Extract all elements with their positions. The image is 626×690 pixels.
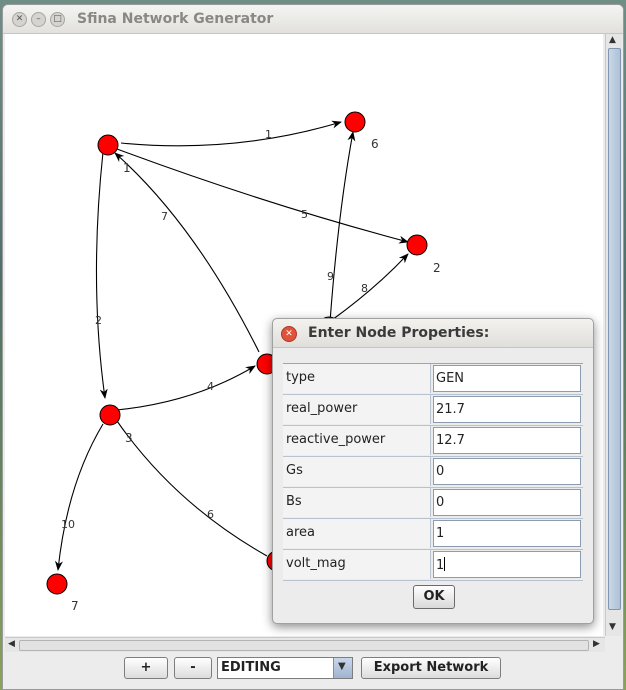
- dialog-title-bar: ✕ Enter Node Properties:: [273, 319, 593, 348]
- edge-4[interactable]: [116, 365, 256, 411]
- dialog-title: Enter Node Properties:: [308, 325, 490, 341]
- edge-9[interactable]: [329, 131, 356, 323]
- scroll-right-icon[interactable]: ▶: [593, 639, 600, 649]
- property-value-field[interactable]: 0: [433, 489, 581, 516]
- vertical-scrollbar[interactable]: ▲ ▼: [605, 34, 622, 636]
- vertical-scroll-thumb[interactable]: [608, 48, 621, 610]
- edge-label: 5: [301, 208, 308, 221]
- scroll-left-icon[interactable]: ◀: [8, 639, 15, 649]
- maximize-window-icon[interactable]: □: [50, 12, 65, 27]
- scroll-down-icon[interactable]: ▼: [609, 622, 616, 632]
- node-2[interactable]: [406, 234, 428, 256]
- text-cursor: [444, 557, 446, 571]
- node-label: 1: [123, 161, 131, 175]
- table-row: Bs 0: [283, 488, 583, 519]
- table-row: real_power 21.7: [283, 395, 583, 426]
- node-3[interactable]: [99, 404, 121, 426]
- property-key: area: [283, 519, 431, 548]
- edge-label: 7: [161, 210, 168, 223]
- close-window-icon[interactable]: ✕: [12, 12, 27, 27]
- edge-1[interactable]: [120, 120, 342, 147]
- export-network-button[interactable]: Export Network: [361, 657, 501, 679]
- node-label: 2: [433, 261, 441, 275]
- edge-10[interactable]: [54, 423, 104, 571]
- minimize-window-icon[interactable]: –: [31, 12, 46, 27]
- edge-2[interactable]: [95, 151, 108, 399]
- property-value-field[interactable]: 1: [433, 520, 581, 547]
- mode-select-value: EDITING: [221, 660, 281, 675]
- table-row: volt_mag 1: [283, 550, 583, 581]
- zoom-out-button[interactable]: -: [174, 657, 212, 679]
- mode-select[interactable]: EDITING ▼: [217, 657, 353, 679]
- horizontal-scrollbar[interactable]: ◀ ▶: [5, 637, 605, 652]
- properties-table: type GEN real_power 21.7 reactive_power …: [283, 363, 583, 581]
- edge-label: 8: [361, 282, 368, 295]
- node-6[interactable]: [344, 111, 366, 133]
- close-icon[interactable]: ✕: [281, 326, 297, 342]
- property-key: volt_mag: [283, 550, 431, 579]
- property-value-field[interactable]: GEN: [433, 365, 581, 392]
- edge-label: 9: [327, 270, 334, 283]
- edge-label: 4: [207, 380, 214, 393]
- node-1[interactable]: [97, 134, 119, 156]
- zoom-in-button[interactable]: +: [124, 657, 168, 679]
- volt-mag-field[interactable]: 1: [433, 551, 581, 578]
- table-row: area 1: [283, 519, 583, 550]
- scroll-up-icon[interactable]: ▲: [609, 35, 616, 45]
- window-title: Sfina Network Generator: [77, 11, 274, 27]
- property-key: reactive_power: [283, 426, 431, 455]
- property-value-field[interactable]: 0: [433, 458, 581, 485]
- edge-label: 10: [61, 518, 75, 531]
- node-label: 6: [371, 137, 379, 151]
- edge-label: 6: [207, 508, 214, 521]
- table-row: Gs 0: [283, 457, 583, 488]
- title-bar: ✕ – □ Sfina Network Generator: [3, 5, 623, 34]
- property-value-text: 1: [436, 558, 445, 573]
- property-key: Gs: [283, 457, 431, 486]
- edge-7[interactable]: [114, 152, 260, 353]
- chevron-down-icon: ▼: [338, 661, 346, 672]
- bottom-toolbar: + - EDITING ▼ Export Network: [3, 653, 623, 689]
- property-value-field[interactable]: 12.7: [433, 427, 581, 454]
- edge-5[interactable]: [116, 148, 409, 244]
- edge-label: 2: [95, 314, 102, 327]
- ok-button[interactable]: OK: [413, 585, 455, 609]
- edge-6[interactable]: [116, 420, 268, 557]
- property-key: real_power: [283, 395, 431, 424]
- table-row: reactive_power 12.7: [283, 426, 583, 457]
- dropdown-button[interactable]: ▼: [333, 658, 352, 678]
- node-label: 3: [125, 431, 133, 445]
- property-key: Bs: [283, 488, 431, 517]
- node-7[interactable]: [46, 573, 68, 595]
- node-properties-dialog: ✕ Enter Node Properties: type GEN real_p…: [272, 318, 594, 624]
- table-row: type GEN: [283, 364, 583, 395]
- horizontal-scroll-thumb[interactable]: [19, 640, 589, 651]
- edge-8[interactable]: [331, 253, 409, 321]
- property-value-field[interactable]: 21.7: [433, 396, 581, 423]
- node-label: 7: [71, 599, 79, 613]
- property-key: type: [283, 364, 431, 393]
- edge-label: 1: [265, 128, 272, 141]
